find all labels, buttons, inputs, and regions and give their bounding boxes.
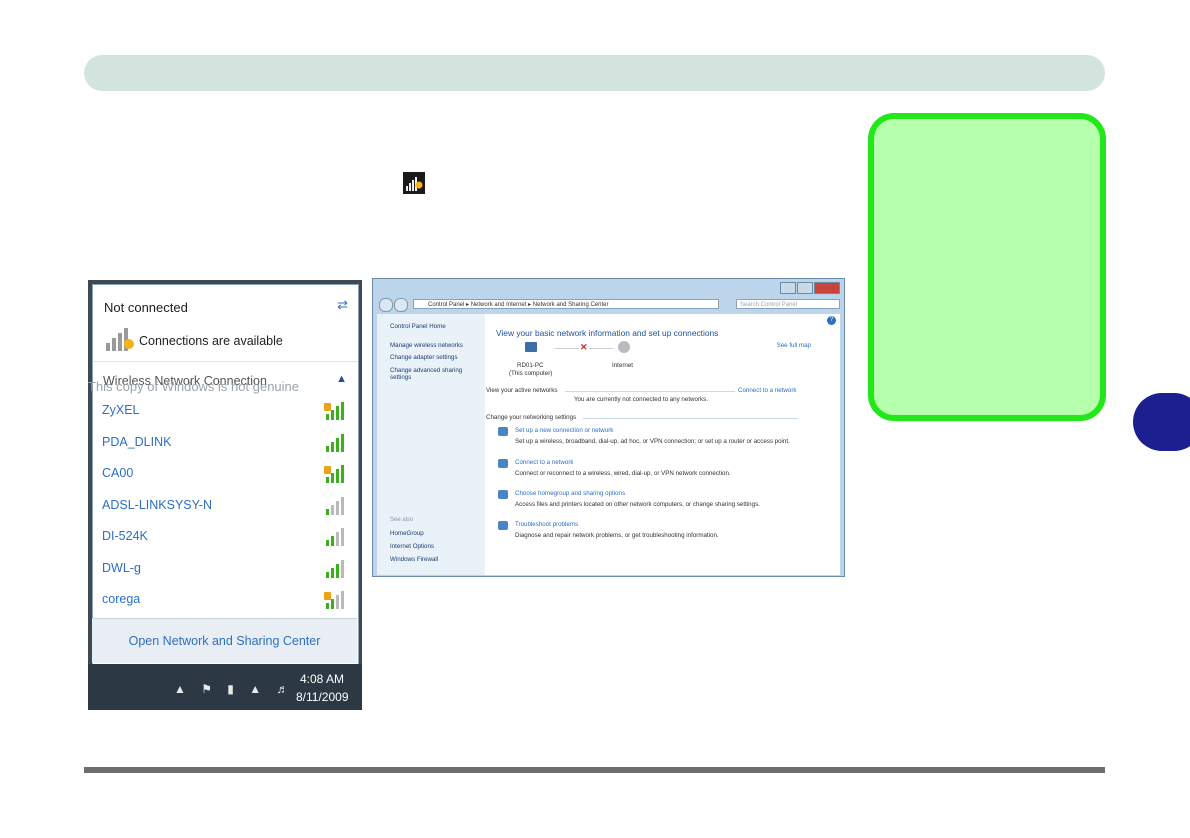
computer-sub: (This computer) xyxy=(509,370,553,377)
change-settings-label: Change your networking settings xyxy=(486,414,577,421)
network-sharing-center-window: Control Panel ▸ Network and Internet ▸ N… xyxy=(372,278,845,577)
computer-icon xyxy=(525,342,537,352)
sidebar-home-link[interactable]: Control Panel Home xyxy=(390,323,446,330)
back-button[interactable] xyxy=(379,298,393,312)
help-icon[interactable]: ? xyxy=(827,316,836,325)
open-network-center-link[interactable]: Open Network and Sharing Center xyxy=(92,618,357,663)
refresh-icon[interactable]: ⇄ xyxy=(337,297,348,313)
see-also-label: See also xyxy=(390,517,414,523)
connection-line xyxy=(589,348,613,349)
internet-label: Internet xyxy=(612,362,633,369)
homegroup-link[interactable]: Choose homegroup and sharing options xyxy=(515,490,625,497)
divider xyxy=(565,391,735,392)
wireless-tray-icon xyxy=(403,172,425,194)
signal-available-icon xyxy=(105,325,137,358)
clock-date[interactable]: 8/11/2009 xyxy=(296,690,349,704)
connection-status: Not connected xyxy=(104,300,188,315)
divider xyxy=(583,418,798,419)
network-item[interactable]: ADSL-LINKSYSY-N xyxy=(93,491,358,523)
taskbar: ▲ ⚑ ▮ ▲ ♬ 4:08 AM 8/11/2009 xyxy=(88,664,362,710)
computer-name: RD01-PC xyxy=(517,362,544,369)
network-item[interactable]: corega xyxy=(93,585,358,617)
sidebar: Control Panel Home Manage wireless netwo… xyxy=(377,314,485,575)
new-connection-icon xyxy=(498,427,508,436)
troubleshoot-icon xyxy=(498,521,508,530)
signal-secured-icon xyxy=(324,400,348,427)
network-item[interactable]: ZyXEL xyxy=(93,396,358,428)
troubleshoot-link[interactable]: Troubleshoot problems xyxy=(515,521,578,528)
clock-time[interactable]: 4:08 AM xyxy=(300,672,344,686)
network-item[interactable]: PDA_DLINK xyxy=(93,428,358,460)
network-item[interactable]: DWL-g xyxy=(93,554,358,586)
address-bar[interactable]: Control Panel ▸ Network and Internet ▸ N… xyxy=(413,299,719,309)
connect-to-network-link[interactable]: Connect to a network xyxy=(738,387,796,394)
flyout-panel: Not connected ⇄ Connections are availabl… xyxy=(92,284,359,666)
forward-button[interactable] xyxy=(394,298,408,312)
page-title: View your basic network information and … xyxy=(496,328,719,338)
network-item[interactable]: DI-524K xyxy=(93,522,358,554)
note-panel xyxy=(868,113,1106,421)
chapter-tab xyxy=(1133,393,1190,451)
disconnected-icon: ✕ xyxy=(580,342,588,352)
signal-icon xyxy=(324,558,348,585)
homegroup-icon xyxy=(498,490,508,499)
sidebar-item-homegroup[interactable]: HomeGroup xyxy=(390,530,424,537)
window-controls xyxy=(779,281,840,294)
homegroup-desc: Access files and printers located on oth… xyxy=(515,501,760,508)
see-full-map-link[interactable]: See full map xyxy=(777,342,811,349)
signal-icon xyxy=(324,526,348,553)
connection-line xyxy=(555,348,579,349)
divider xyxy=(93,361,358,362)
sidebar-item-internet-options[interactable]: Internet Options xyxy=(390,543,434,550)
globe-icon xyxy=(618,341,630,353)
footer-rule xyxy=(84,767,1105,773)
network-list: ZyXEL PDA_DLINK CA00 ADSL-LINKSYSY-N DI-… xyxy=(93,396,358,617)
setup-connection-desc: Set up a wireless, broadband, dial-up, a… xyxy=(515,438,790,445)
breadcrumb-sharing-center[interactable]: Network and Sharing Center xyxy=(533,302,609,308)
sidebar-item-sharing[interactable]: Change advanced sharing settings xyxy=(390,367,475,381)
troubleshoot-desc: Diagnose and repair network problems, or… xyxy=(515,532,719,539)
connections-available-label: Connections are available xyxy=(139,334,283,348)
signal-secured-icon xyxy=(324,589,348,616)
search-input[interactable]: Search Control Panel xyxy=(736,299,840,309)
close-button[interactable] xyxy=(814,282,840,294)
signal-icon xyxy=(324,432,348,459)
network-item[interactable]: CA00 xyxy=(93,459,358,491)
sidebar-item-wireless[interactable]: Manage wireless networks xyxy=(390,342,463,349)
breadcrumb-control-panel[interactable]: Control Panel xyxy=(428,302,464,308)
not-connected-message: You are currently not connected to any n… xyxy=(574,396,708,403)
tray-icons[interactable]: ▲ ⚑ ▮ ▲ ♬ xyxy=(174,682,294,696)
signal-icon xyxy=(324,495,348,522)
active-networks-label: View your active networks xyxy=(486,387,558,394)
minimize-button[interactable] xyxy=(780,282,796,294)
connect-network-icon xyxy=(498,459,508,468)
main-content: ? View your basic network information an… xyxy=(485,314,840,575)
chevron-up-icon[interactable]: ▲ xyxy=(336,373,347,385)
wireless-flyout: Not connected ⇄ Connections are availabl… xyxy=(88,280,362,710)
connect-network-desc: Connect or reconnect to a wireless, wire… xyxy=(515,470,731,477)
maximize-button[interactable] xyxy=(797,282,813,294)
sidebar-item-adapter[interactable]: Change adapter settings xyxy=(390,354,457,361)
sidebar-item-firewall[interactable]: Windows Firewall xyxy=(390,556,438,563)
genuine-watermark: This copy of Windows is not genuine xyxy=(88,379,299,394)
page-header-bar xyxy=(84,55,1105,91)
signal-secured-icon xyxy=(324,463,348,490)
setup-connection-link[interactable]: Set up a new connection or network xyxy=(515,427,613,434)
connect-network-link[interactable]: Connect to a network xyxy=(515,459,573,466)
breadcrumb-network-internet[interactable]: Network and Internet xyxy=(471,302,527,308)
